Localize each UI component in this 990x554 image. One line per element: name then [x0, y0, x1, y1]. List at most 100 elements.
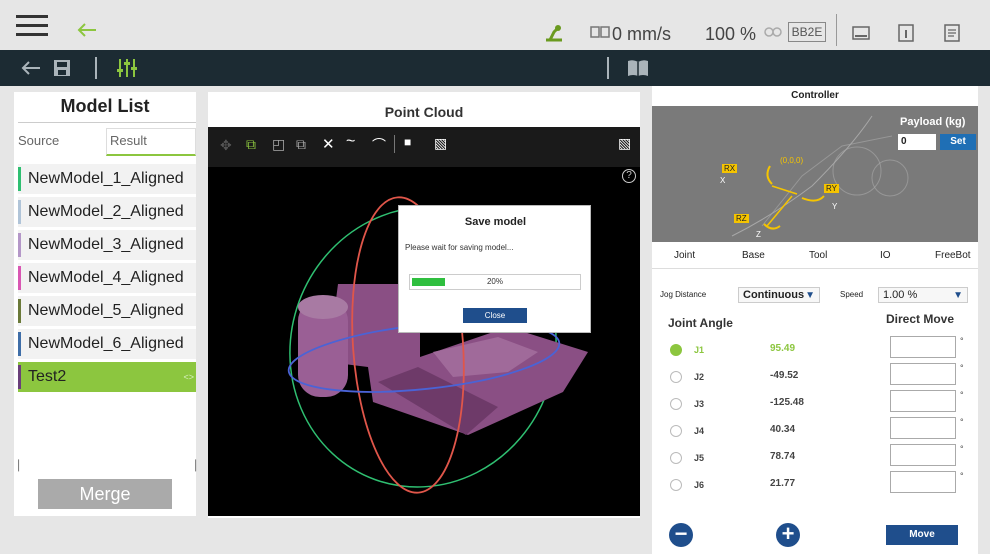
model-color-indicator: [18, 233, 21, 257]
speed-select[interactable]: 1.00 % ▼: [878, 287, 968, 303]
save-model-dialog: Save model Please wait for saving model.…: [398, 205, 591, 333]
delete-tool-icon[interactable]: ✕: [322, 135, 335, 153]
model-list-item[interactable]: NewModel_6_Aligned: [18, 329, 196, 359]
direct-move-input[interactable]: [890, 336, 956, 358]
payload-input[interactable]: 0: [898, 134, 936, 150]
payload-label: Payload (kg): [900, 116, 966, 128]
toolbar-separator: [394, 135, 395, 153]
tab-result-label: Result: [110, 133, 147, 148]
degree-unit: °: [960, 417, 964, 427]
model-list-item[interactable]: NewModel_1_Aligned: [18, 164, 196, 194]
log-icon[interactable]: [944, 24, 960, 42]
jog-plus-button[interactable]: +: [776, 523, 800, 547]
model-name: NewModel_6_Aligned: [28, 335, 184, 352]
save-disk-icon[interactable]: [52, 58, 72, 78]
selected-model-tag: <>: [183, 372, 194, 382]
top-status-bar: 0 mm/s 100 % BB2E: [0, 0, 990, 50]
direct-move-input[interactable]: [890, 444, 956, 466]
undo-tool-icon[interactable]: ⌒: [372, 135, 386, 155]
joint-select-radio[interactable]: [670, 398, 682, 410]
degree-unit: °: [960, 336, 964, 346]
axis-label-origin: (0,0,0): [780, 156, 804, 165]
merge-label: Merge: [79, 484, 131, 504]
model-list-item[interactable]: NewModel_5_Aligned: [18, 296, 196, 326]
progress-text: 20%: [486, 277, 503, 286]
close-button[interactable]: Close: [463, 308, 527, 323]
scroll-left-icon[interactable]: ⎸: [18, 458, 30, 473]
model-list-item[interactable]: Test2 <>: [18, 362, 196, 392]
adjust-sliders-icon[interactable]: [116, 57, 138, 79]
model-name: NewModel_3_Aligned: [28, 236, 184, 253]
manual-book-icon[interactable]: [626, 58, 650, 78]
move-button[interactable]: Move: [886, 525, 958, 545]
direct-move-input[interactable]: [890, 390, 956, 412]
direct-move-input[interactable]: [890, 417, 956, 439]
jog-distance-value: Continuous: [743, 289, 805, 301]
tab-io[interactable]: IO: [880, 250, 891, 261]
back-arrow-icon[interactable]: [76, 22, 98, 38]
joint-angle-value: -49.52: [770, 370, 799, 381]
direct-move-input[interactable]: [890, 363, 956, 385]
joint-angle-label: Joint Angle: [668, 316, 733, 330]
model-list-item[interactable]: NewModel_4_Aligned: [18, 263, 196, 293]
joint-select-radio[interactable]: [670, 344, 682, 356]
joint-select-radio[interactable]: [670, 452, 682, 464]
tab-source[interactable]: Source: [18, 133, 59, 148]
point-cloud-title: Point Cloud: [384, 104, 464, 120]
smooth-tool-icon[interactable]: ~: [346, 133, 355, 151]
jog-distance-select[interactable]: Continuous ▼: [738, 287, 820, 303]
axis-label-rz: RZ: [734, 214, 749, 223]
payload-value: 0: [901, 136, 907, 147]
joint-name: J1: [694, 345, 705, 355]
joint-name: J2: [694, 372, 705, 382]
direct-move-input[interactable]: [890, 471, 956, 493]
toolbar-divider: [95, 57, 97, 79]
model-color-indicator: [18, 332, 21, 356]
set-payload-button[interactable]: Set: [940, 134, 976, 150]
speed-percent: 100 %: [705, 24, 757, 44]
device-id-text: BB2E: [791, 25, 823, 39]
model-list-item[interactable]: NewModel_3_Aligned: [18, 230, 196, 260]
region-tool-icon[interactable]: ⧉: [296, 136, 306, 153]
info-icon[interactable]: [898, 24, 914, 42]
model-color-indicator: [18, 365, 21, 389]
select-tool-icon[interactable]: ⧉: [246, 136, 256, 153]
joint-name: J3: [694, 399, 705, 409]
view-menu-icon[interactable]: ▧: [618, 135, 631, 152]
axis-label-x: X: [720, 176, 726, 185]
app-toolbar: [0, 50, 990, 86]
joint-angle-value: 78.74: [770, 451, 796, 462]
robot-view: RX X (0,0,0) RY Y RZ Z Payload (kg) 0 Se…: [652, 106, 978, 242]
scroll-right-icon[interactable]: ⎹: [184, 458, 196, 473]
dialog-message: Please wait for saving model...: [405, 243, 514, 252]
joint-name: J4: [694, 426, 705, 436]
merge-button[interactable]: Merge: [38, 479, 172, 509]
joint-select-radio[interactable]: [670, 425, 682, 437]
keyboard-icon[interactable]: [852, 26, 870, 40]
joint-select-radio[interactable]: [670, 479, 682, 491]
model-color-indicator: [18, 299, 21, 323]
tab-result[interactable]: Result: [106, 128, 196, 156]
progress-bar: 20%: [409, 274, 581, 290]
model-name: NewModel_4_Aligned: [28, 269, 184, 286]
joint-angle-value: 21.77: [770, 478, 796, 489]
speed-icon: [590, 26, 610, 38]
hamburger-menu-icon[interactable]: [16, 15, 48, 37]
point-size-icon[interactable]: ■: [404, 135, 411, 149]
jog-distance-chevron-icon: ▼: [805, 290, 815, 301]
tab-base[interactable]: Base: [742, 250, 765, 261]
model-list-panel: Model List Source Result NewModel_1_Alig…: [14, 92, 196, 516]
lasso-tool-icon[interactable]: ◰: [272, 136, 285, 153]
cube-view-icon[interactable]: ▧: [434, 135, 447, 152]
controller-title: Controller: [791, 90, 839, 101]
joint-select-radio[interactable]: [670, 371, 682, 383]
transform-tool-icon[interactable]: ✥: [220, 137, 232, 154]
point-cloud-toolbar: ✥ ⧉ ◰ ⧉ ✕ ~ ⌒ ■ ▧ ▧: [208, 127, 640, 167]
tab-tool[interactable]: Tool: [809, 250, 827, 261]
back-icon[interactable]: [20, 60, 42, 76]
tab-joint[interactable]: Joint: [674, 250, 695, 261]
jog-minus-button[interactable]: −: [669, 523, 693, 547]
dialog-title: Save model: [464, 216, 527, 228]
model-list-item[interactable]: NewModel_2_Aligned: [18, 197, 196, 227]
tab-freebot[interactable]: FreeBot: [935, 250, 971, 261]
